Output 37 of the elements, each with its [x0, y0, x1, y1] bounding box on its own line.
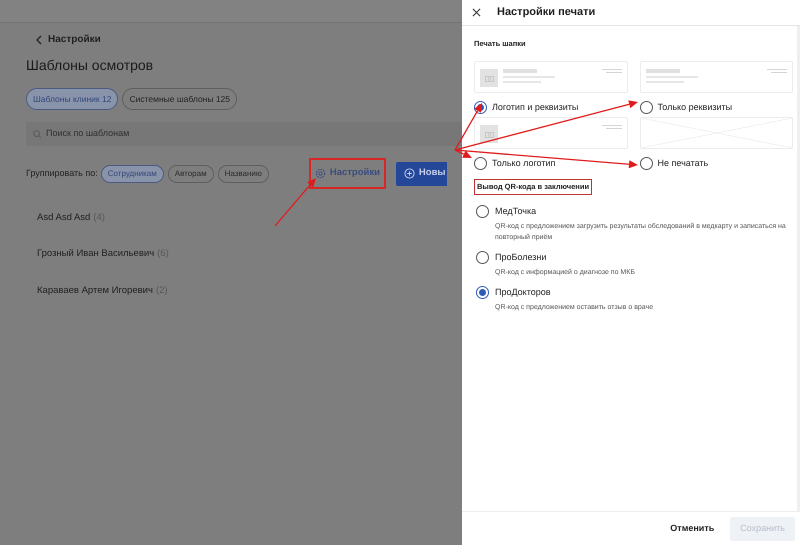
radio-label: Только логотип [492, 156, 556, 170]
group-by-chip[interactable]: Сотрудникам [100, 164, 164, 182]
group-by-chip[interactable]: Авторам [168, 164, 214, 182]
radio-label: ПроДокторов [495, 286, 552, 300]
drawer-title: Настройки печати [497, 5, 596, 20]
radio-label: МедТочка [495, 205, 538, 218]
group-name: Караваев Артем Игоревич [37, 284, 153, 298]
group-by-label: Группировать по: [26, 166, 98, 180]
plus-circle-icon [404, 168, 415, 179]
radio-button[interactable] [474, 156, 487, 170]
settings-button[interactable]: Настройки [314, 166, 380, 181]
camera-icon [484, 74, 494, 82]
close-icon[interactable] [472, 8, 481, 17]
group-name: Грозный Иван Васильевич [37, 247, 154, 262]
new-button[interactable]: Новы [396, 162, 447, 186]
radio-label: ПроБолезни [495, 251, 548, 264]
gear-icon [314, 168, 326, 179]
search-field[interactable]: Поиск по шаблонам [26, 122, 462, 146]
radio-label: Логотип и реквизиты [492, 100, 578, 114]
radio-button[interactable] [640, 156, 652, 170]
group-by-chip[interactable]: Названию [218, 164, 269, 182]
radio-label: Не печатать [658, 156, 708, 170]
radio-button[interactable] [476, 205, 489, 218]
camera-icon [484, 130, 494, 138]
radio-button[interactable] [476, 251, 489, 264]
radio-button[interactable] [476, 286, 489, 300]
tab[interactable]: Шаблоны клиник 12 [26, 88, 118, 110]
back-chevron-icon[interactable] [36, 34, 42, 44]
search-input[interactable]: Поиск по шаблонам [46, 127, 455, 141]
search-icon [33, 130, 42, 138]
page-title: Шаблоны осмотров [26, 56, 154, 75]
tab[interactable]: Системные шаблоны 125 [122, 88, 238, 110]
group-name: Asd Asd Asd [37, 211, 90, 225]
radio-button[interactable] [640, 100, 652, 114]
back-link[interactable]: Настройки [48, 32, 101, 47]
cancel-button[interactable]: Отменить [662, 516, 722, 540]
radio-label: Только реквизиты [658, 100, 732, 114]
